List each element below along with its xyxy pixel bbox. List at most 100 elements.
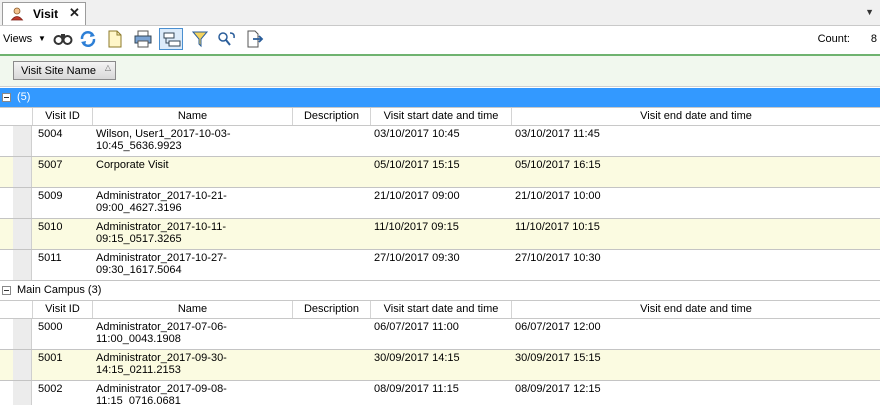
collapse-icon[interactable] (2, 286, 11, 295)
cell-name[interactable]: Administrator_2017-10-11- 09:15_0517.3265 (92, 219, 292, 249)
group-by-icon[interactable] (159, 28, 183, 50)
group-label: (5) (17, 91, 31, 103)
column-header-visit-end[interactable]: Visit end date and time (511, 301, 880, 318)
cell-visit-start[interactable]: 30/09/2017 14:15 (370, 350, 511, 380)
cell-name[interactable]: Administrator_2017-09-30- 14:15_0211.2153 (92, 350, 292, 380)
cell-description[interactable] (292, 350, 370, 380)
cell-name[interactable]: Administrator_2017-09-08- 11:15_0716.0681 (92, 381, 292, 405)
cell-visit-start[interactable]: 08/09/2017 11:15 (370, 381, 511, 405)
row-selector[interactable] (13, 126, 32, 156)
cell-description[interactable] (292, 126, 370, 156)
export-icon[interactable] (242, 28, 266, 50)
cell-description[interactable] (292, 381, 370, 405)
count-value: 8 (870, 33, 877, 45)
group-row[interactable]: (5) (0, 88, 880, 107)
cell-name[interactable]: Corporate Visit (92, 157, 292, 187)
cell-name[interactable]: Wilson, User1_2017-10-03- 10:45_5636.9923 (92, 126, 292, 156)
table-row[interactable]: 5000 Administrator_2017-07-06- 11:00_0043… (0, 319, 880, 350)
cell-visit-end[interactable]: 27/10/2017 10:30 (511, 250, 880, 280)
sort-ascending-icon: △ (104, 63, 111, 72)
table-row[interactable]: 5004 Wilson, User1_2017-10-03- 10:45_5636… (0, 126, 880, 157)
column-header-description[interactable]: Description (292, 301, 370, 318)
cell-name[interactable]: Administrator_2017-07-06- 11:00_0043.1908 (92, 319, 292, 349)
cell-visit-start[interactable]: 11/10/2017 09:15 (370, 219, 511, 249)
cell-visit-id[interactable]: 5011 (32, 250, 92, 280)
cell-visit-end[interactable]: 06/07/2017 12:00 (511, 319, 880, 349)
cell-visit-start[interactable]: 27/10/2017 09:30 (370, 250, 511, 280)
refresh-icon[interactable] (76, 28, 100, 50)
row-selector[interactable] (13, 188, 32, 218)
row-selector[interactable] (13, 319, 32, 349)
cell-name-line1: Administrator_2017-10-11- (96, 221, 227, 233)
column-header-visit-end[interactable]: Visit end date and time (511, 108, 880, 125)
column-header-name[interactable]: Name (92, 301, 292, 318)
cell-visit-id[interactable]: 5004 (32, 126, 92, 156)
row-selector[interactable] (13, 157, 32, 187)
cell-name-line1: Administrator_2017-10-21- (96, 190, 227, 202)
table-row[interactable]: 5001 Administrator_2017-09-30- 14:15_0211… (0, 350, 880, 381)
cell-description[interactable] (292, 319, 370, 349)
cell-visit-end[interactable]: 30/09/2017 15:15 (511, 350, 880, 380)
row-selector[interactable] (13, 381, 32, 405)
table-row[interactable]: 5011 Administrator_2017-10-27- 09:30_1617… (0, 250, 880, 281)
cell-visit-id[interactable]: 5007 (32, 157, 92, 187)
group-by-panel: Visit Site Name △ (0, 56, 880, 87)
table-row[interactable]: 5007 Corporate Visit 05/10/2017 15:15 05… (0, 157, 880, 188)
cell-name-line1: Corporate Visit (96, 159, 169, 171)
cell-name-line1: Administrator_2017-09-30- (96, 352, 227, 364)
views-menu[interactable]: Views (3, 33, 32, 45)
count-label: Count: (817, 33, 850, 45)
cell-name-line2: 11:15_0716.0681 (96, 395, 181, 405)
cell-name[interactable]: Administrator_2017-10-21- 09:00_4627.3196 (92, 188, 292, 218)
chevron-down-icon[interactable]: ▼ (865, 7, 874, 17)
binoculars-icon[interactable] (50, 28, 74, 50)
column-header-description[interactable]: Description (292, 108, 370, 125)
column-header-visit-id[interactable]: Visit ID (32, 301, 92, 318)
column-header-visit-start[interactable]: Visit start date and time (370, 108, 511, 125)
cell-visit-id[interactable]: 5002 (32, 381, 92, 405)
cell-visit-start[interactable]: 05/10/2017 15:15 (370, 157, 511, 187)
cell-description[interactable] (292, 219, 370, 249)
cell-visit-end[interactable]: 05/10/2017 16:15 (511, 157, 880, 187)
row-selector[interactable] (13, 250, 32, 280)
cell-visit-end[interactable]: 21/10/2017 10:00 (511, 188, 880, 218)
find-replace-icon[interactable] (214, 28, 238, 50)
table-row[interactable]: 5002 Administrator_2017-09-08- 11:15_0716… (0, 381, 880, 405)
visits-grid: (5) Visit ID Name Description Visit star… (0, 88, 880, 405)
cell-description[interactable] (292, 157, 370, 187)
group-chip-visit-site-name[interactable]: Visit Site Name △ (13, 61, 116, 80)
row-selector[interactable] (13, 350, 32, 380)
cell-name-line1: Administrator_2017-07-06- (96, 321, 227, 333)
table-row[interactable]: 5009 Administrator_2017-10-21- 09:00_4627… (0, 188, 880, 219)
table-row[interactable]: 5010 Administrator_2017-10-11- 09:15_0517… (0, 219, 880, 250)
row-selector[interactable] (13, 219, 32, 249)
cell-visit-id[interactable]: 5010 (32, 219, 92, 249)
close-icon[interactable]: ✕ (69, 5, 80, 21)
cell-visit-start[interactable]: 06/07/2017 11:00 (370, 319, 511, 349)
print-icon[interactable] (131, 28, 155, 50)
cell-visit-id[interactable]: 5000 (32, 319, 92, 349)
tab-visit[interactable]: Visit ✕ (2, 2, 86, 25)
group-row[interactable]: Main Campus (3) (0, 281, 880, 300)
cell-name-line2: 14:15_0211.2153 (96, 364, 181, 376)
new-document-icon[interactable] (103, 28, 127, 50)
views-dropdown-icon[interactable]: ▼ (38, 34, 46, 43)
column-header-visit-start[interactable]: Visit start date and time (370, 301, 511, 318)
filter-icon[interactable] (188, 28, 212, 50)
cell-visit-end[interactable]: 11/10/2017 10:15 (511, 219, 880, 249)
cell-visit-end[interactable]: 08/09/2017 12:15 (511, 381, 880, 405)
cell-visit-id[interactable]: 5009 (32, 188, 92, 218)
cell-description[interactable] (292, 188, 370, 218)
cell-visit-end[interactable]: 03/10/2017 11:45 (511, 126, 880, 156)
column-header-name[interactable]: Name (92, 108, 292, 125)
cell-name-line2: 10:45_5636.9923 (96, 140, 182, 152)
column-header-visit-id[interactable]: Visit ID (32, 108, 92, 125)
cell-visit-start[interactable]: 03/10/2017 10:45 (370, 126, 511, 156)
cell-visit-start[interactable]: 21/10/2017 09:00 (370, 188, 511, 218)
cell-visit-id[interactable]: 5001 (32, 350, 92, 380)
collapse-icon[interactable] (2, 93, 11, 102)
cell-name-line2: 11:00_0043.1908 (96, 333, 181, 345)
user-icon (10, 7, 24, 21)
cell-name[interactable]: Administrator_2017-10-27- 09:30_1617.5064 (92, 250, 292, 280)
cell-description[interactable] (292, 250, 370, 280)
